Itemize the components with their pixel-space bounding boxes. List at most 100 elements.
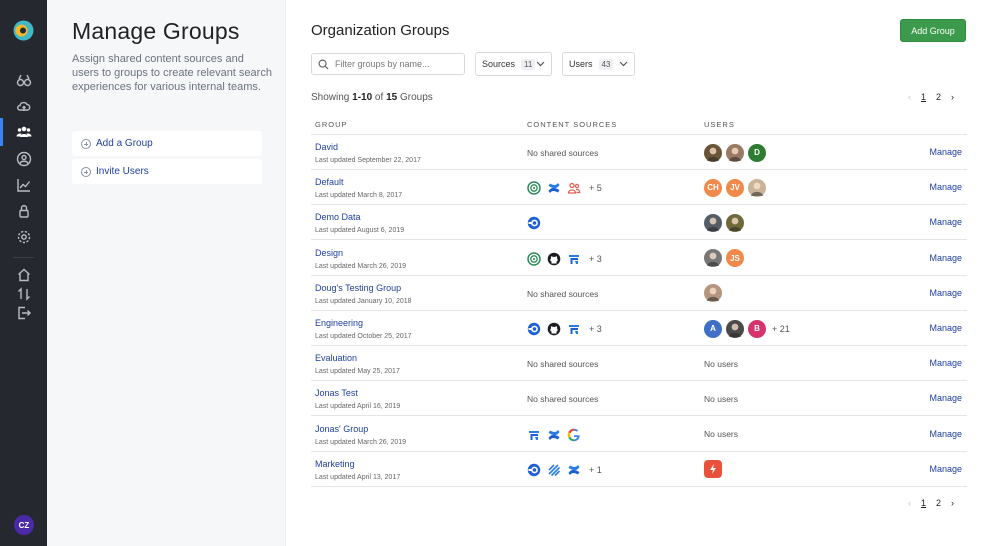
table-row: Default Last updated March 8, 2017 + 5 CH JV… <box>311 170 967 206</box>
group-name-link[interactable]: Marketing <box>315 459 355 469</box>
manage-group-link[interactable]: Manage <box>929 217 962 227</box>
user-avatar[interactable] <box>704 284 722 303</box>
person-photo-icon <box>729 217 741 231</box>
group-name-link[interactable]: Jonas' Group <box>315 424 368 434</box>
user-avatar[interactable]: JV <box>726 178 744 197</box>
prev-page-icon[interactable]: ‹ <box>908 92 911 102</box>
table-row: Design Last updated March 26, 2019 + 3 JS Ma… <box>311 241 967 276</box>
person-photo-icon <box>751 182 763 196</box>
manage-group-link[interactable]: Manage <box>929 147 962 157</box>
user-avatar[interactable] <box>726 319 744 338</box>
user-avatar[interactable] <box>704 143 722 162</box>
add-a-group-link[interactable]: Add a Group <box>72 131 262 156</box>
user-avatar[interactable] <box>726 213 744 232</box>
more-sources-count: + 3 <box>589 324 602 334</box>
home-icon[interactable] <box>15 266 33 284</box>
lightning-bolt-icon <box>710 464 716 475</box>
group-last-updated: Last updated March 26, 2019 <box>315 262 407 270</box>
user-avatar[interactable]: CH <box>704 178 722 197</box>
content-sources-cell <box>527 214 547 232</box>
gear-icon[interactable] <box>15 228 33 246</box>
table-row: Jonas' Group Last updated March 26, 2019 N… <box>311 417 967 452</box>
page-1-link[interactable]: 1 <box>921 92 926 102</box>
no-shared-sources-text: No shared sources <box>527 359 599 370</box>
group-name-link[interactable]: Doug's Testing Group <box>315 283 401 293</box>
group-name-link[interactable]: Design <box>315 248 343 258</box>
more-sources-count: + 1 <box>589 464 602 475</box>
add-group-button[interactable]: Add Group <box>900 19 966 42</box>
manage-group-link[interactable]: Manage <box>929 358 962 368</box>
next-page-icon[interactable]: › <box>951 92 954 102</box>
user-avatar[interactable]: A <box>704 319 722 338</box>
manage-group-link[interactable]: Manage <box>929 464 962 474</box>
invite-users-link[interactable]: Invite Users <box>72 159 262 184</box>
sources-filter-dropdown[interactable]: Sources 11 <box>475 52 552 76</box>
group-last-updated: Last updated October 25, 2017 <box>315 333 412 340</box>
group-name-link[interactable]: Engineering <box>315 318 363 328</box>
user-avatar[interactable] <box>704 249 722 268</box>
user-avatar[interactable] <box>748 178 766 197</box>
jira-icon <box>567 252 581 266</box>
sign-out-icon[interactable] <box>15 304 33 322</box>
groups-side-panel: Manage Groups Assign shared content sour… <box>47 0 286 546</box>
users-group-icon[interactable] <box>0 118 33 146</box>
pagination-bottom: ‹ 1 2 › <box>908 498 964 508</box>
users-filter-dropdown[interactable]: Users 43 <box>562 52 635 76</box>
group-name-link[interactable]: Evaluation <box>315 353 357 363</box>
blue-source-icon <box>527 322 541 336</box>
user-avatar[interactable]: D <box>748 143 766 162</box>
group-last-updated: Last updated April 13, 2017 <box>315 473 401 481</box>
google-icon <box>567 428 581 442</box>
table-row: Evaluation Last updated May 25, 2017 No sh… <box>311 346 967 382</box>
person-photo-icon <box>729 147 741 161</box>
column-users: USERS <box>704 120 735 129</box>
no-shared-sources-text: No shared sources <box>527 148 599 158</box>
user-avatar[interactable] <box>726 143 744 162</box>
page-2-link[interactable]: 2 <box>936 498 941 508</box>
group-search[interactable] <box>311 53 465 75</box>
prev-page-icon[interactable]: ‹ <box>908 498 911 508</box>
next-page-icon[interactable]: › <box>951 498 954 508</box>
search-input[interactable] <box>335 59 455 69</box>
manage-group-link[interactable]: Manage <box>929 253 962 263</box>
page-1-link[interactable]: 1 <box>921 498 926 508</box>
group-name-link[interactable]: Default <box>315 177 344 187</box>
manage-group-link[interactable]: Manage <box>929 182 962 192</box>
results-summary: Showing 1-10 of 15 Groups <box>311 92 433 103</box>
lock-icon[interactable] <box>15 202 33 220</box>
group-last-updated: Last updated September 22, 2017 <box>315 157 421 164</box>
manage-group-link[interactable]: Manage <box>929 393 962 403</box>
binoculars-icon[interactable] <box>15 71 33 89</box>
user-avatar[interactable]: B <box>748 319 766 338</box>
table-row: Doug's Testing Group Last updated January… <box>311 276 967 311</box>
user-avatar[interactable] <box>704 460 722 479</box>
cloud-upload-icon[interactable] <box>15 97 33 115</box>
user-avatar[interactable]: JS <box>726 249 744 268</box>
chart-line-icon[interactable] <box>15 176 33 194</box>
manage-group-link[interactable]: Manage <box>929 288 962 298</box>
user-circle-icon[interactable] <box>15 150 33 168</box>
app-logo-icon[interactable] <box>13 20 34 41</box>
group-name-link[interactable]: Demo Data <box>315 212 361 222</box>
more-sources-count: + 3 <box>589 253 602 264</box>
source-circle-icon <box>527 251 541 266</box>
person-photo-icon <box>729 323 741 337</box>
manage-group-link[interactable]: Manage <box>929 323 962 333</box>
sources-filter-label: Sources <box>482 59 516 69</box>
page-2-link[interactable]: 2 <box>936 92 941 102</box>
manage-group-link[interactable]: Manage <box>929 429 962 439</box>
users-cell: D <box>704 143 770 162</box>
users-cell <box>704 460 726 479</box>
group-last-updated: Last updated March 26, 2019 <box>315 438 407 446</box>
users-cell: JS <box>704 249 748 268</box>
jira-icon <box>527 428 541 442</box>
person-photo-icon <box>707 252 719 267</box>
swap-icon[interactable] <box>15 285 33 303</box>
plus-circle-icon <box>81 138 91 149</box>
current-user-avatar[interactable]: CZ <box>14 515 34 535</box>
add-a-group-label: Add a Group <box>96 138 153 149</box>
group-name-link[interactable]: Jonas Test <box>315 388 358 398</box>
user-avatar[interactable] <box>704 213 722 232</box>
more-users-count: + 21 <box>772 323 790 334</box>
group-name-link[interactable]: David <box>315 142 338 152</box>
